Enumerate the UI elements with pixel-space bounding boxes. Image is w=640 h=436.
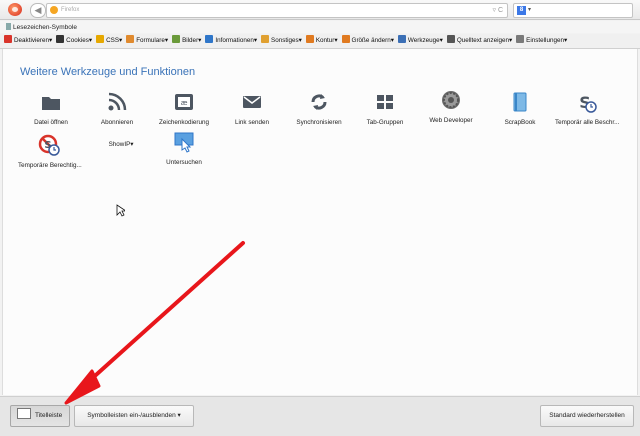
site-identity-icon[interactable] [50,6,58,14]
toolbar-menu-label: Sonstiges▾ [271,37,302,44]
tool-item-label: Synchronisieren [296,119,342,126]
titlebar-icon [17,408,31,419]
web-developer-toolbar: Deaktivieren▾ Cookies▾ CSS▾ Formulare▾ Bilde… [0,34,640,49]
encoding-icon: æ [173,91,195,113]
back-button[interactable]: ◀ [30,3,46,18]
sync-icon [308,91,330,113]
toolbar-menu-11[interactable]: Einstellungen▾ [516,34,567,48]
tool-item-subscribe[interactable]: Abonnieren [86,91,148,126]
navigation-bar: ◀ Firefox ▿ C 8 ▾ [0,0,640,20]
search-engine-icon[interactable]: 8 [517,6,526,15]
svg-text:æ: æ [181,99,188,107]
tool-item-label: ScrapBook [504,119,536,126]
toolbar-menu-label: Einstellungen▾ [526,37,568,44]
toolbar-menu-0[interactable]: Deaktivieren▾ [4,34,52,48]
mouse-cursor-icon [116,204,128,219]
tool-item-tab-groups[interactable]: Tab-Gruppen [354,91,416,126]
tool-item-label: Tab-Gruppen [366,119,404,126]
tool-item-label: Zeichenkodierung [158,119,210,126]
bookmarks-folder-label: Lesezeichen-Symbole [13,24,77,31]
toolbar-menu-label: Bilder▾ [182,37,202,44]
toolbar-menu-10[interactable]: Quelltext anzeigen▾ [446,34,513,48]
tool-item-open-file[interactable]: Datei öffnen [20,91,82,126]
toolbar-menu-4[interactable]: Bilder▾ [172,34,201,48]
toolbar-menu-icon [56,35,65,43]
url-bar[interactable]: Firefox ▿ C [46,3,508,18]
firefox-menu-button[interactable] [8,3,22,16]
bookmarks-bar: Lesezeichen-Symbole [0,21,640,33]
toolbar-menu-label: Größe ändern▾ [351,37,394,44]
toolbar-menu-icon [96,35,105,43]
restore-defaults-button[interactable]: Standard wiederherstellen [540,405,634,427]
no-script-clock-icon: S [38,134,60,156]
tool-item-label: ShowIP▾ [108,141,134,148]
panel-title: Weitere Werkzeuge und Funktionen [20,66,196,78]
folder-icon [40,91,62,113]
scrapbook-icon [509,91,531,113]
toolbar-menu-label: Informationen▾ [215,37,257,44]
inspect-icon [173,131,195,153]
toolbar-menu-icon [446,35,455,43]
toolbar-menu-label: CSS▾ [106,37,123,44]
customize-panel: Weitere Werkzeuge und Funktionen Datei ö… [2,49,638,395]
toolbar-menu-8[interactable]: Größe ändern▾ [341,34,394,48]
tool-item-web-developer[interactable]: Web Developer [420,89,482,124]
toolbar-menu-5[interactable]: Informationen▾ [205,34,257,48]
tool-item-label: Temporär alle Beschr... [555,119,620,126]
tool-item-encoding[interactable]: æ Zeichenkodierung [153,91,215,126]
tool-item-sync[interactable]: Synchronisieren [288,91,350,126]
toolbar-menu-label: Quelltext anzeigen▾ [456,37,513,44]
gear-icon [440,89,462,111]
script-clock-icon: S [575,91,597,113]
toolbar-menu-icon [172,35,181,43]
toolbar-menu-icon [341,35,350,43]
tool-item-label: Temporäre Berechtig... [18,162,82,169]
tool-item-label: Web Developer [429,117,473,124]
url-text: Firefox [61,7,80,13]
toolbar-menu-label: Werkzeuge▾ [407,37,443,44]
toolbar-menu-icon [4,35,12,43]
rss-icon [106,91,128,113]
tool-item-label: Datei öffnen [34,119,68,126]
toolbar-menu-label: Formulare▾ [136,37,169,44]
toolbar-menu-7[interactable]: Kontur▾ [305,34,338,48]
search-box[interactable]: 8 ▾ [513,3,633,18]
tool-item-temporary-allow-all[interactable]: S Temporär alle Beschr... [555,91,620,126]
tool-item-scrapbook[interactable]: ScrapBook [489,91,551,126]
tool-item-showip[interactable]: ShowIP▾ [90,141,152,148]
toolbar-menu-icon [516,35,525,43]
bookmarks-folder[interactable]: Lesezeichen-Symbole [6,23,77,31]
tool-item-label: Untersuchen [166,159,202,166]
tool-item-inspect[interactable]: Untersuchen [153,131,215,166]
toolbar-menu-icon [205,35,214,43]
tool-item-label: Abonnieren [100,119,134,126]
toolbar-menu-2[interactable]: CSS▾ [96,34,122,48]
tool-item-temporary-permissions[interactable]: S Temporäre Berechtig... [18,134,82,169]
toolbar-menu-icon [305,35,314,43]
titlebar-label: Titelleiste [35,412,63,419]
search-engine-dropdown-icon[interactable]: ▾ [528,6,531,13]
toolbar-menu-icon [261,35,269,43]
toolbar-menu-label: Deaktivieren▾ [14,37,53,44]
customize-footer: Titelleiste Symbolleisten ein-/ausblende… [0,396,640,436]
toolbar-menu-1[interactable]: Cookies▾ [56,34,92,48]
tool-item-label: Link senden [235,119,269,126]
toolbar-menu-label: Cookies▾ [66,37,93,44]
toolbar-menu-label: Kontur▾ [315,37,338,44]
toolbars-toggle-button[interactable]: Symbolleisten ein-/ausblenden ▾ [74,405,194,427]
toolbar-menu-6[interactable]: Sonstiges▾ [261,34,302,48]
toolbar-menu-icon [126,35,135,43]
toolbar-menu-3[interactable]: Formulare▾ [126,34,168,48]
titlebar-toggle-button[interactable]: Titelleiste [10,405,70,427]
tool-item-send-link[interactable]: Link senden [221,91,283,126]
toolbar-menu-9[interactable]: Werkzeuge▾ [397,34,443,48]
bookmark-folder-icon [6,23,11,30]
reload-button[interactable]: ▿ C [492,6,503,14]
mail-icon [241,91,263,113]
toolbar-menu-icon [397,35,406,43]
tab-groups-icon [374,91,396,113]
